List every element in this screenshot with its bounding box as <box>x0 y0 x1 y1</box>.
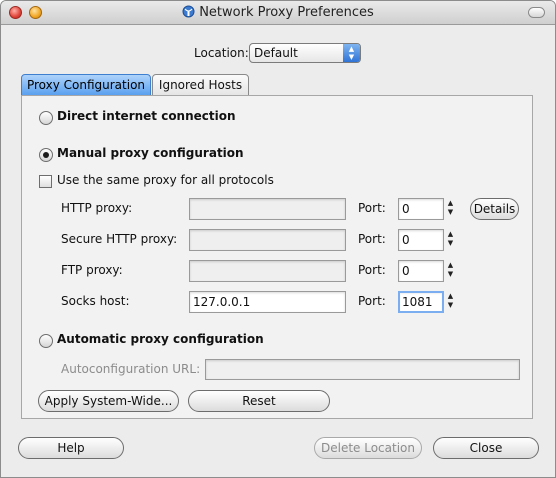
location-label: Location: <box>194 46 249 60</box>
window-title-container: Network Proxy Preferences <box>1 5 555 22</box>
socks-host-field[interactable]: 127.0.0.1 <box>189 291 346 313</box>
stepper-arrows-icon[interactable]: ▲ ▼ <box>445 230 456 250</box>
title-bar: Network Proxy Preferences <box>1 1 555 25</box>
autoconfiguration-url-label: Autoconfiguration URL: <box>61 362 201 376</box>
same-proxy-checkbox[interactable] <box>39 175 52 188</box>
apply-system-wide-button[interactable]: Apply System-Wide... <box>38 390 179 412</box>
location-value: Default <box>254 46 298 60</box>
automatic-proxy-radio[interactable] <box>39 334 53 348</box>
secure-http-port-label: Port: <box>358 232 386 246</box>
socks-port-stepper[interactable]: 1081 ▲ ▼ <box>398 291 456 313</box>
socks-port-value[interactable]: 1081 <box>398 291 444 313</box>
socks-port-label: Port: <box>358 294 386 308</box>
http-port-label: Port: <box>358 201 386 215</box>
manual-proxy-radio[interactable] <box>39 148 53 162</box>
secure-http-port-stepper[interactable]: 0 ▲ ▼ <box>398 229 456 251</box>
automatic-proxy-label: Automatic proxy configuration <box>57 332 264 346</box>
stepper-arrows-icon[interactable]: ▲ ▼ <box>445 261 456 281</box>
http-port-stepper[interactable]: 0 ▲ ▼ <box>398 198 456 220</box>
same-proxy-label: Use the same proxy for all protocols <box>57 173 274 187</box>
ftp-port-label: Port: <box>358 263 386 277</box>
secure-http-proxy-field[interactable] <box>189 229 346 251</box>
stepper-arrows-icon[interactable]: ▲ ▼ <box>445 292 456 312</box>
network-proxy-icon <box>182 5 195 22</box>
tab-proxy-configuration[interactable]: Proxy Configuration <box>21 74 151 96</box>
help-button[interactable]: Help <box>18 437 124 459</box>
ftp-proxy-field[interactable] <box>189 260 346 282</box>
close-button[interactable]: Close <box>433 437 539 459</box>
network-proxy-window: Network Proxy Preferences Location: Defa… <box>0 0 556 478</box>
stepper-arrows-icon[interactable]: ▲ ▼ <box>445 199 456 219</box>
autoconfiguration-url-field[interactable] <box>205 359 520 380</box>
http-proxy-field[interactable] <box>189 198 346 220</box>
http-port-value[interactable]: 0 <box>398 198 444 220</box>
http-proxy-label: HTTP proxy: <box>61 201 133 215</box>
secure-http-proxy-label: Secure HTTP proxy: <box>61 232 178 246</box>
details-button[interactable]: Details <box>470 198 519 220</box>
popup-arrows-icon: ▲ ▼ <box>343 44 360 62</box>
ftp-port-stepper[interactable]: 0 ▲ ▼ <box>398 260 456 282</box>
manual-proxy-label: Manual proxy configuration <box>57 146 244 160</box>
ftp-proxy-label: FTP proxy: <box>61 263 123 277</box>
direct-connection-label: Direct internet connection <box>57 109 236 123</box>
direct-connection-radio[interactable] <box>39 111 53 125</box>
window-title: Network Proxy Preferences <box>199 5 374 20</box>
secure-http-port-value[interactable]: 0 <box>398 229 444 251</box>
delete-location-button[interactable]: Delete Location <box>314 437 422 459</box>
tab-ignored-hosts[interactable]: Ignored Hosts <box>152 74 249 96</box>
reset-button[interactable]: Reset <box>188 390 330 412</box>
socks-host-label: Socks host: <box>61 294 130 308</box>
ftp-port-value[interactable]: 0 <box>398 260 444 282</box>
location-select[interactable]: Default ▲ ▼ <box>249 43 361 63</box>
